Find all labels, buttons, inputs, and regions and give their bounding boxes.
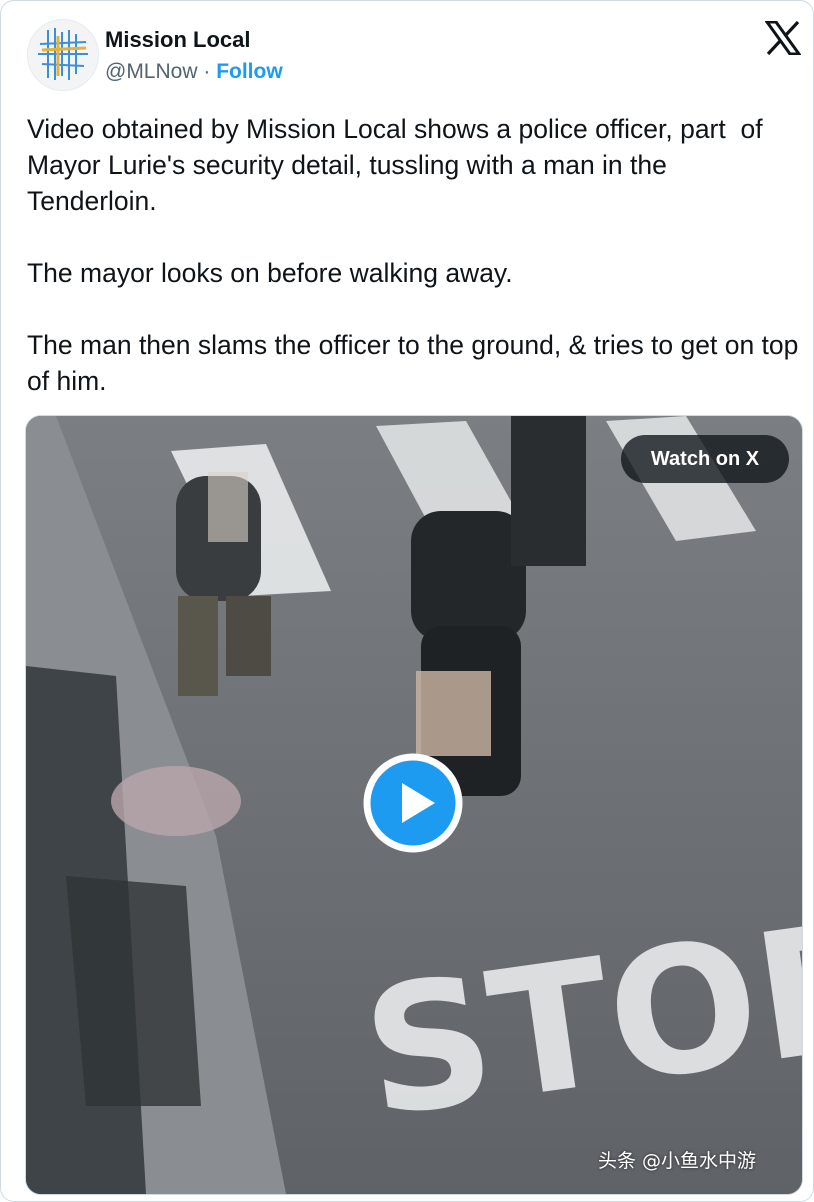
author-handle-row: @MLNow · Follow (105, 60, 283, 84)
author-handle[interactable]: @MLNow (105, 60, 198, 83)
tweet-paragraph: Video obtained by Mission Local shows a … (27, 114, 770, 216)
tweet-card[interactable]: Mission Local @MLNow · Follow Video obta… (0, 0, 814, 1202)
watch-on-x-button[interactable]: Watch on X (621, 435, 789, 483)
video-player[interactable]: STOP Watch on X (25, 415, 803, 1195)
x-logo-icon[interactable] (765, 21, 801, 55)
author-name[interactable]: Mission Local (105, 27, 250, 53)
follow-button[interactable]: Follow (216, 60, 283, 83)
tweet-paragraph: The mayor looks on before walking away. (27, 258, 513, 288)
separator: · (197, 60, 217, 83)
tweet-text: Video obtained by Mission Local shows a … (27, 111, 802, 399)
avatar[interactable] (27, 19, 99, 91)
tweet-paragraph: The man then slams the officer to the gr… (27, 330, 806, 396)
watermark: 头条 @小鱼水中游 (598, 1150, 757, 1172)
play-icon[interactable] (363, 753, 463, 853)
mission-local-logo-icon (38, 28, 88, 80)
